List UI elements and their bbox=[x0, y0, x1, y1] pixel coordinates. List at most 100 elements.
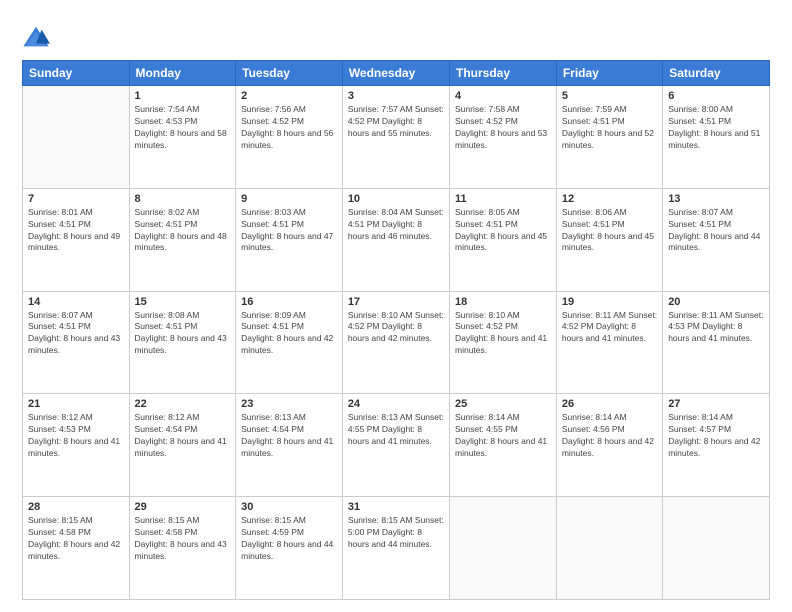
day-number: 24 bbox=[348, 398, 444, 410]
day-number: 3 bbox=[348, 90, 444, 102]
weekday-header-sunday: Sunday bbox=[23, 61, 130, 86]
calendar-cell: 17Sunrise: 8:10 AM Sunset: 4:52 PM Dayli… bbox=[342, 291, 449, 394]
day-info: Sunrise: 8:03 AM Sunset: 4:51 PM Dayligh… bbox=[241, 207, 337, 255]
day-number: 16 bbox=[241, 296, 337, 308]
day-number: 5 bbox=[562, 90, 657, 102]
day-info: Sunrise: 8:07 AM Sunset: 4:51 PM Dayligh… bbox=[28, 310, 124, 358]
day-info: Sunrise: 8:11 AM Sunset: 4:53 PM Dayligh… bbox=[668, 310, 764, 346]
page: SundayMondayTuesdayWednesdayThursdayFrid… bbox=[0, 0, 792, 612]
day-number: 20 bbox=[668, 296, 764, 308]
day-info: Sunrise: 8:12 AM Sunset: 4:53 PM Dayligh… bbox=[28, 412, 124, 460]
weekday-header-wednesday: Wednesday bbox=[342, 61, 449, 86]
calendar-cell: 10 Sunrise: 8:04 AM Sunset: 4:51 PM Dayli… bbox=[342, 188, 449, 291]
calendar-cell: 1Sunrise: 7:54 AM Sunset: 4:53 PM Daylig… bbox=[129, 86, 236, 189]
day-info: Sunrise: 8:15 AM Sunset: 5:00 PM Dayligh… bbox=[348, 515, 444, 551]
calendar-week-3: 21 Sunrise: 8:12 AM Sunset: 4:53 PM Dayli… bbox=[23, 394, 770, 497]
calendar-week-1: 7Sunrise: 8:01 AM Sunset: 4:51 PM Daylig… bbox=[23, 188, 770, 291]
calendar-cell: 18Sunrise: 8:10 AM Sunset: 4:52 PM Dayli… bbox=[450, 291, 557, 394]
calendar-cell: 19 Sunrise: 8:11 AM Sunset: 4:52 PM Dayli… bbox=[556, 291, 662, 394]
calendar-cell: 12Sunrise: 8:06 AM Sunset: 4:51 PM Dayli… bbox=[556, 188, 662, 291]
calendar-cell: 6Sunrise: 8:00 AM Sunset: 4:51 PM Daylig… bbox=[663, 86, 770, 189]
day-info: Sunrise: 8:06 AM Sunset: 4:51 PM Dayligh… bbox=[562, 207, 657, 255]
day-info: Sunrise: 8:02 AM Sunset: 4:51 PM Dayligh… bbox=[135, 207, 231, 255]
calendar-cell: 9 Sunrise: 8:03 AM Sunset: 4:51 PM Daylig… bbox=[236, 188, 343, 291]
calendar-cell: 22 Sunrise: 8:12 AM Sunset: 4:54 PM Dayli… bbox=[129, 394, 236, 497]
day-number: 26 bbox=[562, 398, 657, 410]
calendar-cell bbox=[556, 497, 662, 600]
calendar-cell: 21 Sunrise: 8:12 AM Sunset: 4:53 PM Dayli… bbox=[23, 394, 130, 497]
day-info: Sunrise: 8:14 AM Sunset: 4:55 PM Dayligh… bbox=[455, 412, 551, 460]
day-number: 28 bbox=[28, 501, 124, 513]
calendar-cell: 27 Sunrise: 8:14 AM Sunset: 4:57 PM Dayli… bbox=[663, 394, 770, 497]
calendar-cell: 24 Sunrise: 8:13 AM Sunset: 4:55 PM Dayli… bbox=[342, 394, 449, 497]
day-info: Sunrise: 8:08 AM Sunset: 4:51 PM Dayligh… bbox=[135, 310, 231, 358]
day-info: Sunrise: 8:14 AM Sunset: 4:57 PM Dayligh… bbox=[668, 412, 764, 460]
calendar-cell: 25 Sunrise: 8:14 AM Sunset: 4:55 PM Dayli… bbox=[450, 394, 557, 497]
calendar-cell: 8 Sunrise: 8:02 AM Sunset: 4:51 PM Daylig… bbox=[129, 188, 236, 291]
calendar-cell: 7Sunrise: 8:01 AM Sunset: 4:51 PM Daylig… bbox=[23, 188, 130, 291]
day-number: 9 bbox=[241, 193, 337, 205]
day-info: Sunrise: 7:59 AM Sunset: 4:51 PM Dayligh… bbox=[562, 104, 657, 152]
day-info: Sunrise: 8:05 AM Sunset: 4:51 PM Dayligh… bbox=[455, 207, 551, 255]
day-info: Sunrise: 8:12 AM Sunset: 4:54 PM Dayligh… bbox=[135, 412, 231, 460]
calendar-cell: 13 Sunrise: 8:07 AM Sunset: 4:51 PM Dayli… bbox=[663, 188, 770, 291]
day-number: 10 bbox=[348, 193, 444, 205]
weekday-row: SundayMondayTuesdayWednesdayThursdayFrid… bbox=[23, 61, 770, 86]
calendar-cell: 11Sunrise: 8:05 AM Sunset: 4:51 PM Dayli… bbox=[450, 188, 557, 291]
day-info: Sunrise: 8:07 AM Sunset: 4:51 PM Dayligh… bbox=[668, 207, 764, 255]
weekday-header-saturday: Saturday bbox=[663, 61, 770, 86]
calendar-cell: 2 Sunrise: 7:56 AM Sunset: 4:52 PM Daylig… bbox=[236, 86, 343, 189]
calendar-cell: 26 Sunrise: 8:14 AM Sunset: 4:56 PM Dayli… bbox=[556, 394, 662, 497]
weekday-header-tuesday: Tuesday bbox=[236, 61, 343, 86]
calendar-cell: 16 Sunrise: 8:09 AM Sunset: 4:51 PM Dayli… bbox=[236, 291, 343, 394]
day-info: Sunrise: 8:11 AM Sunset: 4:52 PM Dayligh… bbox=[562, 310, 657, 346]
calendar-week-4: 28 Sunrise: 8:15 AM Sunset: 4:58 PM Dayli… bbox=[23, 497, 770, 600]
day-info: Sunrise: 8:09 AM Sunset: 4:51 PM Dayligh… bbox=[241, 310, 337, 358]
calendar-cell: 29 Sunrise: 8:15 AM Sunset: 4:58 PM Dayli… bbox=[129, 497, 236, 600]
day-number: 14 bbox=[28, 296, 124, 308]
header bbox=[22, 18, 770, 52]
day-info: Sunrise: 8:13 AM Sunset: 4:54 PM Dayligh… bbox=[241, 412, 337, 460]
day-number: 21 bbox=[28, 398, 124, 410]
day-info: Sunrise: 7:56 AM Sunset: 4:52 PM Dayligh… bbox=[241, 104, 337, 152]
day-info: Sunrise: 7:58 AM Sunset: 4:52 PM Dayligh… bbox=[455, 104, 551, 152]
calendar: SundayMondayTuesdayWednesdayThursdayFrid… bbox=[22, 60, 770, 600]
calendar-cell: 5 Sunrise: 7:59 AM Sunset: 4:51 PM Daylig… bbox=[556, 86, 662, 189]
day-info: Sunrise: 8:01 AM Sunset: 4:51 PM Dayligh… bbox=[28, 207, 124, 255]
calendar-body: 1Sunrise: 7:54 AM Sunset: 4:53 PM Daylig… bbox=[23, 86, 770, 600]
calendar-cell: 28Sunrise: 8:15 AM Sunset: 4:58 PM Dayli… bbox=[23, 497, 130, 600]
day-info: Sunrise: 8:13 AM Sunset: 4:55 PM Dayligh… bbox=[348, 412, 444, 448]
day-number: 15 bbox=[135, 296, 231, 308]
logo-icon bbox=[22, 24, 50, 52]
day-number: 29 bbox=[135, 501, 231, 513]
day-number: 2 bbox=[241, 90, 337, 102]
day-info: Sunrise: 8:10 AM Sunset: 4:52 PM Dayligh… bbox=[455, 310, 551, 358]
day-info: Sunrise: 8:15 AM Sunset: 4:58 PM Dayligh… bbox=[135, 515, 231, 563]
calendar-cell bbox=[663, 497, 770, 600]
day-number: 17 bbox=[348, 296, 444, 308]
calendar-cell: 4 Sunrise: 7:58 AM Sunset: 4:52 PM Daylig… bbox=[450, 86, 557, 189]
day-number: 1 bbox=[135, 90, 231, 102]
day-number: 13 bbox=[668, 193, 764, 205]
calendar-cell bbox=[450, 497, 557, 600]
day-number: 30 bbox=[241, 501, 337, 513]
calendar-cell: 31Sunrise: 8:15 AM Sunset: 5:00 PM Dayli… bbox=[342, 497, 449, 600]
day-number: 23 bbox=[241, 398, 337, 410]
day-info: Sunrise: 8:04 AM Sunset: 4:51 PM Dayligh… bbox=[348, 207, 444, 243]
day-number: 25 bbox=[455, 398, 551, 410]
calendar-cell: 15 Sunrise: 8:08 AM Sunset: 4:51 PM Dayli… bbox=[129, 291, 236, 394]
day-number: 8 bbox=[135, 193, 231, 205]
day-number: 19 bbox=[562, 296, 657, 308]
day-info: Sunrise: 7:57 AM Sunset: 4:52 PM Dayligh… bbox=[348, 104, 444, 140]
logo bbox=[22, 22, 54, 52]
day-number: 22 bbox=[135, 398, 231, 410]
calendar-cell: 20 Sunrise: 8:11 AM Sunset: 4:53 PM Dayli… bbox=[663, 291, 770, 394]
day-info: Sunrise: 8:15 AM Sunset: 4:59 PM Dayligh… bbox=[241, 515, 337, 563]
calendar-header: SundayMondayTuesdayWednesdayThursdayFrid… bbox=[23, 61, 770, 86]
day-info: Sunrise: 8:00 AM Sunset: 4:51 PM Dayligh… bbox=[668, 104, 764, 152]
calendar-cell: 14 Sunrise: 8:07 AM Sunset: 4:51 PM Dayli… bbox=[23, 291, 130, 394]
day-number: 4 bbox=[455, 90, 551, 102]
day-number: 27 bbox=[668, 398, 764, 410]
day-info: Sunrise: 8:14 AM Sunset: 4:56 PM Dayligh… bbox=[562, 412, 657, 460]
calendar-cell: 30 Sunrise: 8:15 AM Sunset: 4:59 PM Dayli… bbox=[236, 497, 343, 600]
